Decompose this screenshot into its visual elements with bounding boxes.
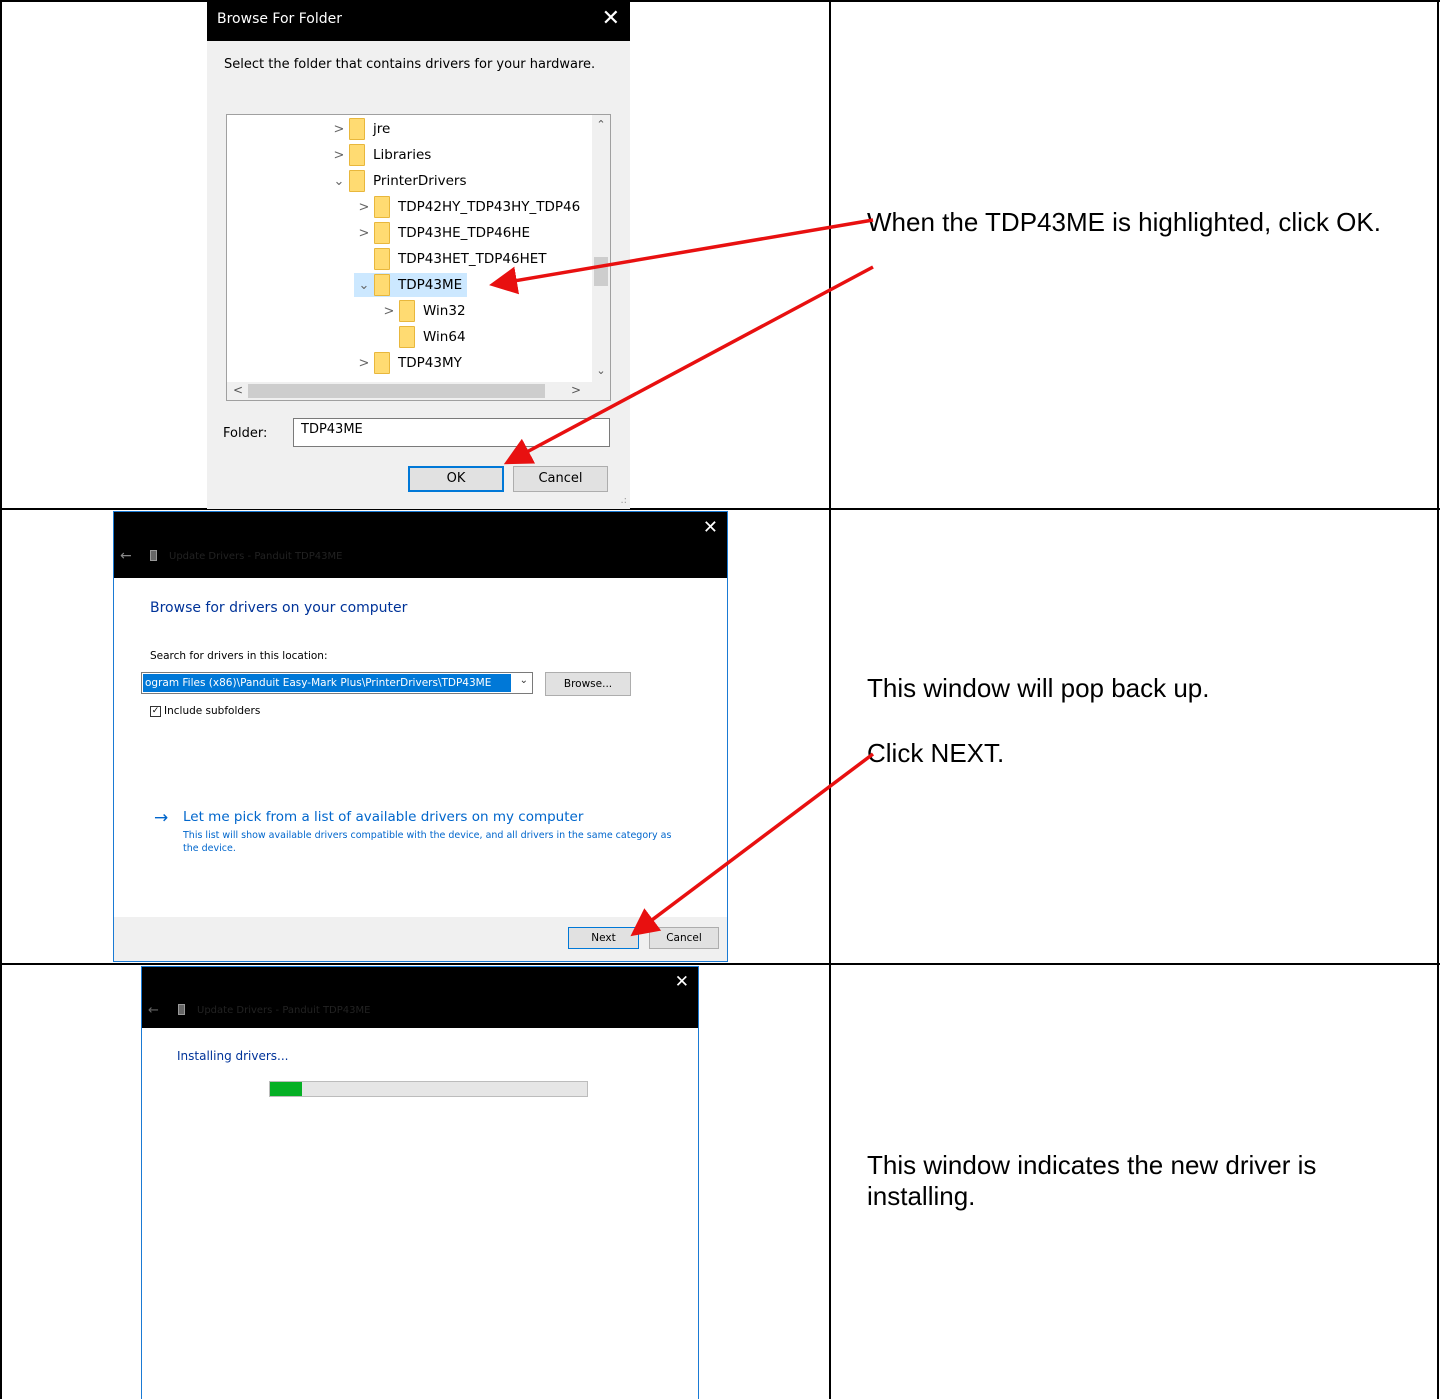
window-title-bar[interactable]: ✕ ← Update Drivers - Panduit TDP43ME [142,967,698,1028]
chevron-right-icon[interactable]: > [329,122,349,137]
tree-item-libraries[interactable]: > Libraries [329,143,431,167]
scroll-left-icon[interactable]: < [229,383,247,397]
chevron-right-icon[interactable]: > [354,356,374,371]
folder-icon [374,274,390,296]
pick-driver-description: This list will show available drivers co… [183,830,672,854]
dialog-instruction: Select the folder that contains drivers … [224,57,596,72]
include-subfolders-label: Include subfolders [164,705,261,717]
tree-item-label: TDP43HE_TDP46HE [398,225,531,241]
folder-icon [349,170,365,192]
search-location-label: Search for drivers in this location: [150,650,328,662]
installing-drivers-window: ✕ ← Update Drivers - Panduit TDP43ME Ins… [141,966,699,1399]
tree-item-tdp42hy-tdp43hy-tdp46[interactable]: > TDP42HY_TDP43HY_TDP46 [354,195,580,219]
tree-item-tdp43he-tdp46he[interactable]: > TDP43HE_TDP46HE [354,221,530,245]
row3-instruction: This window indicates the new driver is … [867,1150,1317,1211]
window-title: Update Drivers - Panduit TDP43ME [197,1005,371,1016]
arrow-right-icon: → [154,808,169,828]
folder-icon [399,300,415,322]
folder-icon [349,118,365,140]
device-icon [150,550,157,561]
chevron-down-icon[interactable]: ⌄ [329,174,349,189]
dialog-title: Browse For Folder [217,11,343,27]
tree-item-label: TDP43MY [398,355,462,371]
pick-driver-link-text[interactable]: Let me pick from a list of available dri… [183,809,583,825]
close-icon[interactable]: ✕ [602,6,620,32]
install-progress-bar [269,1081,588,1097]
chevron-down-icon[interactable]: ⌄ [520,675,528,686]
chevron-down-icon[interactable]: ⌄ [354,278,374,293]
tree-item-jre[interactable]: > jre [329,117,390,141]
close-icon[interactable]: ✕ [675,972,689,992]
chevron-right-icon[interactable]: > [329,148,349,163]
update-drivers-window: ✕ ← Update Drivers - Panduit TDP43ME Bro… [113,511,728,962]
include-subfolders-checkbox[interactable]: ✓ Include subfolders [150,705,260,717]
window-title: Update Drivers - Panduit TDP43ME [169,551,343,562]
folder-icon [374,222,390,244]
tree-item-printerdrivers[interactable]: ⌄ PrinterDrivers [329,169,467,193]
cancel-button[interactable]: Cancel [649,927,719,949]
row1-instruction: When the TDP43ME is highlighted, click O… [867,207,1381,237]
device-icon [178,1004,185,1015]
folder-icon [374,352,390,374]
chevron-right-icon[interactable]: > [354,200,374,215]
chevron-right-icon[interactable]: > [379,304,399,319]
tree-item-label: Win64 [423,329,466,345]
back-arrow-icon[interactable]: ← [120,548,132,564]
tree-item-win32[interactable]: > Win32 [379,299,466,323]
tree-item-label: PrinterDrivers [373,173,467,189]
folder-icon [399,326,415,348]
tree-item-tdp43het-tdp46het[interactable]: TDP43HET_TDP46HET [354,247,547,271]
ok-button[interactable]: OK [408,466,504,492]
scroll-up-icon[interactable]: ⌃ [592,118,610,131]
folder-input[interactable]: TDP43ME [293,418,610,447]
row2-instruction-1: This window will pop back up. [867,673,1210,703]
tree-item-label: TDP43HET_TDP46HET [398,251,547,267]
row2-instruction-2: Click NEXT. [867,738,1005,768]
installing-heading: Installing drivers... [177,1049,289,1063]
scroll-thumb-horizontal[interactable] [248,384,545,398]
table-column-divider [829,0,831,1399]
folder-icon [374,196,390,218]
horizontal-scrollbar[interactable]: < > [227,382,610,400]
scroll-down-icon[interactable]: ⌄ [592,364,610,377]
driver-path-combobox[interactable]: ogram Files (x86)\Panduit Easy-Mark Plus… [141,672,533,694]
scroll-thumb[interactable] [594,257,608,286]
close-icon[interactable]: ✕ [703,517,718,538]
checkbox-icon[interactable]: ✓ [150,705,161,717]
dialog-title-bar[interactable]: Browse For Folder ✕ [207,0,630,41]
driver-path-text[interactable]: ogram Files (x86)\Panduit Easy-Mark Plus… [143,674,511,692]
tree-item-label: Win32 [423,303,466,319]
folder-icon [374,248,390,270]
tree-item-label: jre [373,121,391,137]
tree-item-label: Libraries [373,147,432,163]
folder-label: Folder: [223,426,268,441]
cancel-button[interactable]: Cancel [513,466,608,492]
tree-item-label: TDP42HY_TDP43HY_TDP46 [398,199,581,215]
tree-item-label: TDP43ME [398,277,463,293]
page-heading: Browse for drivers on your computer [150,600,408,616]
tree-item-tdp43my[interactable]: > TDP43MY [354,351,462,375]
browse-button[interactable]: Browse... [545,672,631,696]
chevron-right-icon[interactable]: > [354,226,374,241]
tree-item-win64[interactable]: Win64 [379,325,466,349]
resize-grip-icon[interactable]: .: [620,495,627,506]
window-footer: Next Cancel [114,917,727,961]
table-row-divider-2 [0,963,1440,965]
folder-tree[interactable]: > jre > Libraries ⌄ PrinterDrivers > TDP42HY_TD… [226,114,611,401]
vertical-scrollbar[interactable]: ⌃ ⌄ [592,115,610,383]
table-border-left [0,0,2,1399]
back-arrow-icon: ← [148,1003,159,1018]
next-button[interactable]: Next [568,927,639,949]
window-title-bar[interactable]: ✕ ← Update Drivers - Panduit TDP43ME [114,512,727,578]
tree-item-tdp43me[interactable]: ⌄ TDP43ME [354,273,468,297]
scroll-right-icon[interactable]: > [567,383,585,397]
folder-icon [349,144,365,166]
browse-for-folder-dialog: Browse For Folder ✕ Select the folder th… [207,0,630,509]
progress-fill [270,1082,302,1096]
table-border-right [1437,0,1439,1399]
